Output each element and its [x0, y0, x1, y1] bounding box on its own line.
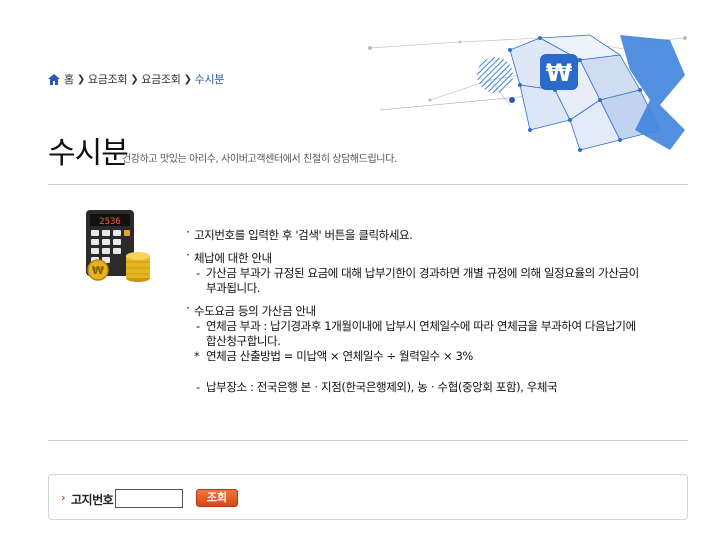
payment-places: - 납부장소 : 전국은행 본ㆍ지점(한국은행제외), 농ㆍ수협(중앙회 포함)… [194, 380, 666, 395]
breadcrumb: 홈 ❯ 요금조회 ❯ 요금조회 ❯ 수시분 [48, 71, 226, 87]
svg-text:₩: ₩ [92, 264, 104, 277]
chevron-right-icon: › [61, 491, 66, 504]
page-title: 수시분 [48, 136, 129, 171]
arrears-line1: 가산금 부과가 규정된 요금에 대해 납부기한이 경과하면 개별 규정에 의해 … [206, 266, 639, 280]
instruction-text: 고지번호를 입력한 후 '검색' 버튼을 클릭하세요. [194, 228, 413, 242]
bullet-icon: · [186, 301, 190, 315]
surcharge-formula: * 연체금 산출방법 = 미납액 × 연체일수 ÷ 월력일수 × 3% [194, 349, 666, 364]
svg-text:2536: 2536 [99, 217, 121, 227]
divider [48, 184, 688, 185]
bill-number-search-box: › 고지번호 조회 [48, 474, 688, 520]
surcharge-line2: 합산청구합니다. [206, 334, 281, 348]
asterisk-mark: * [194, 349, 200, 363]
dash-icon: - [196, 380, 200, 394]
page-subtitle: 건강하고 맛있는 아리수, 사이버고객센터에서 친절히 상담해드립니다. [122, 154, 397, 165]
notice-section-surcharge: · 수도요금 등의 가산금 안내 - 연체금 부과 : 납기경과후 1개월이내에… [186, 301, 666, 395]
bill-number-input[interactable] [115, 489, 183, 508]
surcharge-title: 수도요금 등의 가산금 안내 [194, 304, 316, 318]
search-button[interactable]: 조회 [196, 489, 238, 507]
bullet-icon: · [186, 248, 190, 262]
divider [48, 440, 688, 441]
notice-section-instruction: · 고지번호를 입력한 후 '검색' 버튼을 클릭하세요. [186, 225, 666, 243]
hero-network-graphic: ₩ [368, 34, 687, 152]
arrears-line2: 부과됩니다. [206, 281, 261, 295]
bill-number-label: 고지번호 [71, 493, 114, 507]
breadcrumb-home[interactable]: 홈 [64, 71, 74, 87]
breadcrumb-current: 수시분 [194, 73, 225, 86]
breadcrumb-separator-icon: ❯ [76, 73, 85, 85]
surcharge-detail: - 연체금 부과 : 납기경과후 1개월이내에 납부시 연체일수에 따라 연체금… [194, 319, 666, 349]
breadcrumb-separator-icon: ❯ [183, 73, 192, 85]
won-currency-icon: ₩ [546, 59, 573, 87]
dash-icon: - [196, 266, 200, 280]
surcharge-line1: 연체금 부과 : 납기경과후 1개월이내에 납부시 연체일수에 따라 연체금을 … [206, 319, 636, 333]
breadcrumb-fee-inquiry[interactable]: 요금조회 [88, 71, 128, 87]
arrears-detail: - 가산금 부과가 규정된 요금에 대해 납부기한이 경과하면 개별 규정에 의… [194, 266, 666, 296]
arrears-title: 체납에 대한 안내 [194, 251, 272, 265]
dash-icon: - [196, 319, 200, 333]
bullet-icon: · [186, 225, 190, 239]
home-icon[interactable] [48, 73, 60, 85]
formula-text: 연체금 산출방법 = 미납액 × 연체일수 ÷ 월력일수 × 3% [206, 349, 473, 363]
calculator-coins-illustration: 2536 ₩ [86, 210, 150, 282]
breadcrumb-fee-inquiry-sub[interactable]: 요금조회 [141, 71, 181, 87]
breadcrumb-separator-icon: ❯ [130, 73, 139, 85]
notice-content: · 고지번호를 입력한 후 '검색' 버튼을 클릭하세요. · 체납에 대한 안… [186, 225, 666, 403]
notice-section-arrears: · 체납에 대한 안내 - 가산금 부과가 규정된 요금에 대해 납부기한이 경… [186, 248, 666, 296]
payment-places-text: 납부장소 : 전국은행 본ㆍ지점(한국은행제외), 농ㆍ수협(중앙회 포함), … [206, 380, 558, 394]
